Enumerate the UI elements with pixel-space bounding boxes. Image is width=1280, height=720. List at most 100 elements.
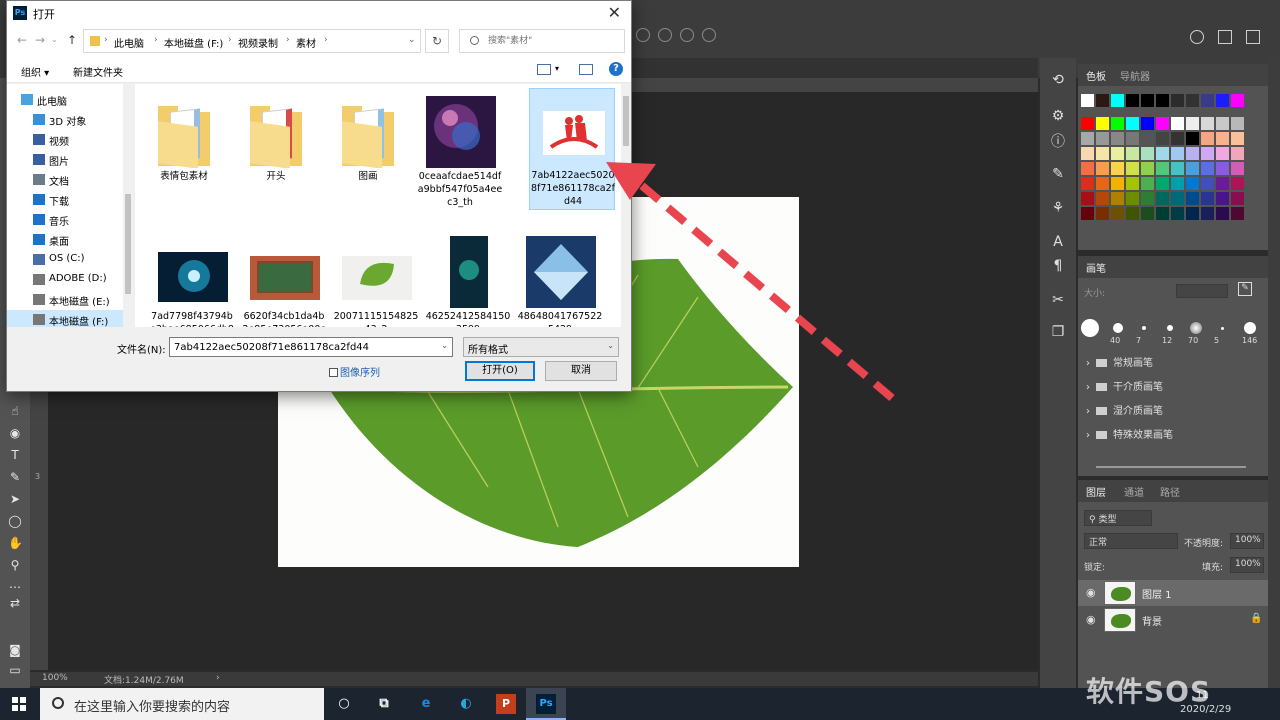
paragraph-icon[interactable]: ¶ (1050, 258, 1066, 274)
color-swatch[interactable] (1141, 117, 1154, 130)
nav-item[interactable]: 下载 (7, 190, 123, 210)
new-folder-button[interactable]: 新建文件夹 (73, 64, 123, 79)
color-swatch[interactable] (1231, 132, 1244, 145)
color-swatch[interactable] (1216, 117, 1229, 130)
brush-preset[interactable] (1113, 323, 1123, 333)
brush-size-slider[interactable] (1096, 466, 1246, 468)
tab-layers[interactable]: 图层 (1086, 484, 1106, 499)
nav-item[interactable]: 视频 (7, 130, 123, 150)
color-swatch[interactable] (1201, 207, 1214, 220)
windows-start-icon[interactable] (12, 697, 26, 711)
color-swatch[interactable] (1111, 177, 1124, 190)
fill-field[interactable]: 100% (1230, 557, 1264, 573)
hand-tool-icon[interactable]: ✋ (8, 536, 23, 550)
file-list-scrollbar[interactable] (621, 84, 631, 327)
arrange-icon[interactable] (1218, 30, 1232, 44)
preview-pane-icon[interactable] (579, 64, 593, 75)
color-swatch[interactable] (1171, 132, 1184, 145)
browser-icon[interactable]: ◐ (456, 694, 476, 714)
panel-scrollbar[interactable] (1268, 58, 1280, 688)
tab-navigator[interactable]: 导航器 (1120, 68, 1150, 83)
tab-paths[interactable]: 路径 (1160, 484, 1180, 499)
address-bar[interactable]: › 此电脑 › 本地磁盘 (F:) › 视频录制 › 素材 › ⌄ (83, 29, 421, 53)
color-swatch[interactable] (1231, 147, 1244, 160)
color-swatch[interactable] (1096, 132, 1109, 145)
color-swatch[interactable] (1201, 94, 1214, 107)
clone-source-icon[interactable]: ⚘ (1050, 200, 1066, 216)
color-swatch[interactable] (1186, 132, 1199, 145)
nav-item[interactable]: ADOBE (D:) (7, 270, 123, 290)
color-swatch[interactable] (1216, 132, 1229, 145)
color-swatch[interactable] (1111, 207, 1124, 220)
brush-folder[interactable]: 湿介质画笔 (1086, 402, 1163, 417)
layer-comps-icon[interactable]: ❐ (1050, 324, 1066, 340)
color-swatch[interactable] (1111, 117, 1124, 130)
color-swatch[interactable] (1216, 192, 1229, 205)
photoshop-taskbar-button[interactable]: Ps (526, 688, 566, 720)
brush-preset[interactable] (1190, 322, 1202, 334)
filename-input[interactable] (174, 340, 436, 354)
color-swatch[interactable] (1141, 94, 1154, 107)
color-swatch[interactable] (1201, 162, 1214, 175)
cortana-icon[interactable]: ○ (334, 694, 354, 714)
recent-dropdown-icon[interactable]: ⌄ (51, 35, 58, 44)
color-swatch[interactable] (1096, 207, 1109, 220)
color-swatch[interactable] (1096, 192, 1109, 205)
color-swatch[interactable] (1171, 177, 1184, 190)
file-tile[interactable]: 6620f34cb1da4b2e85e73056a00c4407 (241, 230, 327, 327)
color-swatch[interactable] (1231, 207, 1244, 220)
dodge-tool-icon[interactable]: ◉ (8, 426, 22, 440)
tab-brushes[interactable]: 画笔 (1086, 260, 1106, 275)
file-tile[interactable]: 开头 (233, 90, 319, 212)
color-swatch[interactable] (1126, 207, 1139, 220)
color-swatch[interactable] (1141, 147, 1154, 160)
color-swatch[interactable] (1216, 94, 1229, 107)
color-swatch[interactable] (1231, 192, 1244, 205)
visibility-eye-icon[interactable]: ◉ (1086, 586, 1096, 599)
color-swatch[interactable] (1096, 177, 1109, 190)
color-swatch[interactable] (1081, 207, 1094, 220)
status-arrow-icon[interactable]: › (216, 673, 220, 683)
up-arrow-icon[interactable]: ↑ (67, 33, 77, 47)
color-swatch[interactable] (1186, 177, 1199, 190)
file-tile[interactable]: 462524125841503599 (425, 230, 511, 327)
color-swatch[interactable] (1216, 177, 1229, 190)
properties-icon[interactable]: ⚙ (1050, 108, 1066, 124)
color-swatch[interactable] (1156, 132, 1169, 145)
roll-icon[interactable] (658, 28, 672, 42)
nav-item[interactable]: 桌面 (7, 230, 123, 250)
type-tool-icon[interactable]: T (8, 448, 22, 462)
visibility-eye-icon[interactable]: ◉ (1086, 613, 1096, 626)
layer-filter-select[interactable]: ⚲ 类型 (1084, 510, 1152, 526)
color-swatch[interactable] (1171, 207, 1184, 220)
nav-item[interactable]: 图片 (7, 150, 123, 170)
color-swatch[interactable] (1186, 192, 1199, 205)
tab-swatches[interactable]: 色板 (1086, 68, 1106, 83)
color-swatch[interactable] (1111, 192, 1124, 205)
color-swatch[interactable] (1156, 94, 1169, 107)
color-swatch[interactable] (1201, 132, 1214, 145)
color-swatch[interactable] (1216, 147, 1229, 160)
breadcrumb-materials[interactable]: 素材 (296, 35, 316, 50)
color-swatch[interactable] (1156, 147, 1169, 160)
powerpoint-icon[interactable]: P (496, 694, 516, 714)
brush-folder[interactable]: 常规画笔 (1086, 354, 1153, 369)
color-swatch[interactable] (1096, 162, 1109, 175)
forward-arrow-icon[interactable]: → (35, 33, 45, 47)
quick-mask-icon[interactable]: ◙ (8, 643, 22, 657)
breadcrumb-drive-f[interactable]: 本地磁盘 (F:) (164, 35, 223, 50)
brush-settings-icon[interactable]: ✎ (1050, 166, 1066, 182)
color-swatch[interactable] (1141, 177, 1154, 190)
edge-icon[interactable]: e (416, 694, 436, 714)
task-view-icon[interactable]: ⧉ (374, 694, 394, 714)
color-swatch[interactable] (1186, 117, 1199, 130)
layer-row-1[interactable]: ◉ 图层 1 (1078, 580, 1268, 606)
color-swatch[interactable] (1111, 147, 1124, 160)
help-icon[interactable]: ? (609, 62, 623, 76)
color-swatch[interactable] (1096, 117, 1109, 130)
brush-preset[interactable] (1081, 319, 1099, 337)
color-swatch[interactable] (1216, 207, 1229, 220)
file-tile[interactable]: 486480417675225429 (517, 230, 603, 327)
brush-size-field[interactable] (1176, 284, 1228, 298)
color-swatch[interactable] (1096, 147, 1109, 160)
